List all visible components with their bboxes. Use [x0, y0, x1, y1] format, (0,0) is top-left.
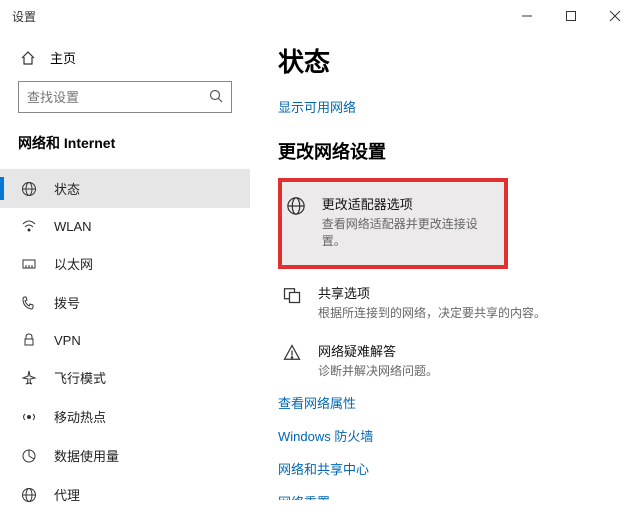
- hotspot-icon: [20, 409, 38, 425]
- globe-icon: [20, 181, 38, 197]
- nav-label: 移动热点: [54, 407, 106, 426]
- nav-status[interactable]: 状态: [0, 169, 250, 208]
- sidebar-section-title: 网络和 Internet: [18, 133, 232, 153]
- minimize-button[interactable]: [505, 0, 549, 32]
- home-label: 主页: [50, 48, 76, 67]
- nav-airplane[interactable]: 飞行模式: [0, 358, 250, 397]
- page-title: 状态: [278, 42, 609, 79]
- nav-label: 状态: [54, 179, 80, 198]
- sidebar: 主页 网络和 Internet 状态 WLAN: [0, 32, 250, 500]
- window-title: 设置: [12, 8, 36, 25]
- show-networks-link[interactable]: 显示可用网络: [278, 97, 609, 116]
- vpn-icon: [20, 332, 38, 348]
- link-reset[interactable]: 网络重置: [278, 492, 609, 500]
- warning-icon: [282, 341, 304, 379]
- nav-ethernet[interactable]: 以太网: [0, 244, 250, 283]
- nav-datausage[interactable]: 数据使用量: [0, 436, 250, 475]
- nav-hotspot[interactable]: 移动热点: [0, 397, 250, 436]
- highlight-box: 更改适配器选项 查看网络适配器并更改连接设置。: [278, 178, 508, 269]
- nav-label: 代理: [54, 485, 80, 504]
- maximize-button[interactable]: [549, 0, 593, 32]
- home-link[interactable]: 主页: [18, 42, 232, 81]
- nav-list: 状态 WLAN 以太网 拨号: [0, 169, 250, 514]
- option-title: 更改适配器选项: [322, 194, 500, 213]
- titlebar: 设置: [0, 0, 637, 32]
- link-list: 查看网络属性 Windows 防火墙 网络和共享中心 网络重置: [278, 393, 609, 500]
- link-properties[interactable]: 查看网络属性: [278, 393, 609, 412]
- home-icon: [20, 50, 36, 66]
- globe-icon: [286, 194, 308, 249]
- nav-label: 飞行模式: [54, 368, 106, 387]
- phone-icon: [20, 295, 38, 311]
- search-field[interactable]: [27, 90, 209, 105]
- change-settings-heading: 更改网络设置: [278, 138, 609, 164]
- nav-wlan[interactable]: WLAN: [0, 208, 250, 244]
- ethernet-icon: [20, 256, 38, 272]
- nav-label: VPN: [54, 333, 81, 348]
- nav-label: WLAN: [54, 219, 92, 234]
- close-button[interactable]: [593, 0, 637, 32]
- option-desc: 诊断并解决网络问题。: [318, 362, 438, 379]
- nav-proxy[interactable]: 代理: [0, 475, 250, 514]
- search-icon: [209, 89, 223, 106]
- airplane-icon: [20, 370, 38, 386]
- nav-label: 以太网: [54, 254, 93, 273]
- main-content: 状态 显示可用网络 更改网络设置 更改适配器选项 查看网络适配器并更改连接设置。…: [250, 32, 637, 500]
- nav-label: 数据使用量: [54, 446, 119, 465]
- nav-dialup[interactable]: 拨号: [0, 283, 250, 322]
- option-troubleshoot[interactable]: 网络疑难解答 诊断并解决网络问题。: [278, 333, 609, 387]
- share-icon: [282, 283, 304, 321]
- link-firewall[interactable]: Windows 防火墙: [278, 426, 609, 445]
- option-sharing[interactable]: 共享选项 根据所连接到的网络，决定要共享的内容。: [278, 275, 609, 329]
- option-desc: 查看网络适配器并更改连接设置。: [322, 215, 500, 249]
- option-title: 共享选项: [318, 283, 546, 302]
- option-title: 网络疑难解答: [318, 341, 438, 360]
- nav-label: 拨号: [54, 293, 80, 312]
- option-desc: 根据所连接到的网络，决定要共享的内容。: [318, 304, 546, 321]
- option-adapter[interactable]: 更改适配器选项 查看网络适配器并更改连接设置。: [282, 186, 504, 257]
- wifi-icon: [20, 218, 38, 234]
- search-input[interactable]: [18, 81, 232, 113]
- data-icon: [20, 448, 38, 464]
- nav-vpn[interactable]: VPN: [0, 322, 250, 358]
- link-sharing-center[interactable]: 网络和共享中心: [278, 459, 609, 478]
- proxy-icon: [20, 487, 38, 503]
